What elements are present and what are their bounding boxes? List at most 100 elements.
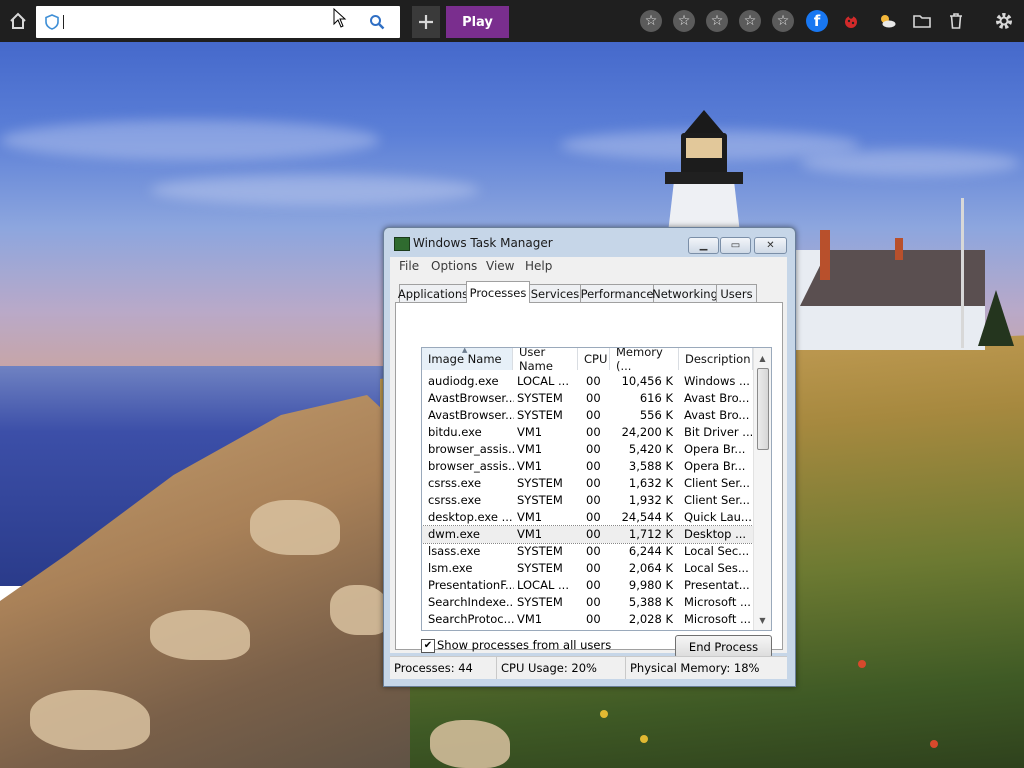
process-cpu: 00 xyxy=(586,459,601,473)
table-row[interactable]: AvastBrowser... SYSTEM 00 556 K Avast Bro... xyxy=(422,407,753,424)
table-row[interactable]: lsm.exe SYSTEM 00 2,064 K Local Ses... xyxy=(422,560,753,577)
wallpaper-rock xyxy=(150,610,250,660)
process-cpu: 00 xyxy=(586,612,601,626)
tab-users[interactable]: Users xyxy=(716,284,757,303)
process-cpu: 00 xyxy=(586,561,601,575)
search-input[interactable] xyxy=(66,11,356,33)
column-image-name[interactable]: ▲ Image Name xyxy=(422,348,513,370)
plus-icon[interactable] xyxy=(412,6,440,38)
scroll-up-arrow-icon[interactable]: ▲ xyxy=(754,350,771,366)
column-memory[interactable]: Memory (... xyxy=(610,347,679,373)
process-description: Opera Br... xyxy=(684,459,746,473)
process-cpu: 00 xyxy=(586,442,601,456)
process-memory: 5,388 K xyxy=(628,595,673,609)
process-user: VM1 xyxy=(517,510,543,524)
table-row[interactable]: browser_assis... VM1 00 3,588 K Opera Br... xyxy=(422,458,753,475)
table-row[interactable]: lsass.exe SYSTEM 00 6,244 K Local Sec... xyxy=(422,543,753,560)
play-button[interactable]: Play xyxy=(446,6,509,38)
process-description: Windows ... xyxy=(684,374,750,388)
process-description: Bit Driver ... xyxy=(684,425,752,439)
tab-services[interactable]: Services xyxy=(529,284,581,303)
table-row[interactable]: browser_assis... VM1 00 5,420 K Opera Br... xyxy=(422,441,753,458)
tab-applications[interactable]: Applications xyxy=(398,284,468,303)
task-manager-window: Windows Task Manager ▁ ▭ ✕ File Options … xyxy=(383,227,796,687)
column-description[interactable]: Description xyxy=(679,348,753,370)
window-title: Windows Task Manager xyxy=(413,236,553,250)
process-memory: 6,244 K xyxy=(628,544,673,558)
menu-options[interactable]: Options xyxy=(431,259,477,273)
table-row[interactable]: AvastBrowser... SYSTEM 00 616 K Avast Bro... xyxy=(422,390,753,407)
shield-icon xyxy=(45,14,59,33)
trash-icon[interactable] xyxy=(946,11,966,31)
table-row[interactable]: bitdu.exe VM1 00 24,200 K Bit Driver ... xyxy=(422,424,753,441)
window-client-area: Applications Processes Services Performa… xyxy=(390,275,787,658)
process-user: SYSTEM xyxy=(517,408,563,422)
minimize-button[interactable]: ▁ xyxy=(688,237,719,254)
menu-file[interactable]: File xyxy=(399,259,419,273)
process-name: csrss.exe xyxy=(428,493,482,507)
lighthouse-gallery xyxy=(665,172,743,184)
table-row[interactable]: csrss.exe SYSTEM 00 1,932 K Client Ser... xyxy=(422,492,753,509)
scroll-down-arrow-icon[interactable]: ▼ xyxy=(754,612,771,628)
column-label: Memory (... xyxy=(616,347,663,373)
maximize-button[interactable]: ▭ xyxy=(720,237,751,254)
process-name: AvastBrowser... xyxy=(428,391,514,405)
table-row[interactable]: PresentationF... LOCAL ... 00 9,980 K Presen… xyxy=(422,577,753,594)
tab-processes[interactable]: Processes xyxy=(466,281,530,303)
column-cpu[interactable]: CPU xyxy=(578,348,610,370)
status-processes: Processes: 44 xyxy=(390,657,497,679)
scrollbar-thumb[interactable] xyxy=(757,368,769,450)
table-row[interactable]: SearchProtoc... VM1 00 2,028 K Microsoft ... xyxy=(422,611,753,628)
end-process-button[interactable]: End Process xyxy=(675,635,772,658)
ladybug-icon[interactable] xyxy=(841,11,861,31)
menu-view[interactable]: View xyxy=(486,259,514,273)
wallpaper-cloud xyxy=(150,175,480,205)
process-description: Client Ser... xyxy=(684,476,750,490)
facebook-icon[interactable]: f xyxy=(806,10,828,32)
wallpaper-cloud xyxy=(800,150,1020,176)
process-description: Quick Lau... xyxy=(684,510,752,524)
process-cpu: 00 xyxy=(586,408,601,422)
table-row[interactable]: SearchIndexe... SYSTEM 00 5,388 K Microsoft … xyxy=(422,594,753,611)
wallpaper-rock xyxy=(250,500,340,555)
table-row[interactable]: desktop.exe ... VM1 00 24,544 K Quick Lau... xyxy=(422,509,753,526)
process-list[interactable]: ▲ Image Name User Name CPU Memory (... D… xyxy=(421,347,772,631)
process-name: lsm.exe xyxy=(428,561,473,575)
star-icon[interactable]: ☆ xyxy=(772,10,794,32)
wallpaper-cloud xyxy=(0,120,380,160)
process-user: SYSTEM xyxy=(517,561,563,575)
process-cpu: 00 xyxy=(586,493,601,507)
gear-icon[interactable] xyxy=(992,10,1016,32)
process-name: PresentationF... xyxy=(428,578,514,592)
search-icon[interactable] xyxy=(369,14,385,33)
lighthouse-glass xyxy=(686,138,722,158)
table-row[interactable]: csrss.exe SYSTEM 00 1,632 K Client Ser... xyxy=(422,475,753,492)
flower xyxy=(930,740,938,748)
wallpaper-rock xyxy=(30,690,150,750)
tab-networking[interactable]: Networking xyxy=(652,284,718,303)
close-button[interactable]: ✕ xyxy=(754,237,787,254)
column-user-name[interactable]: User Name xyxy=(513,348,578,373)
star-icon[interactable]: ☆ xyxy=(706,10,728,32)
show-all-users-checkbox[interactable]: ✔ xyxy=(421,639,435,653)
status-bar: Processes: 44 CPU Usage: 20% Physical Me… xyxy=(390,656,787,679)
weather-icon[interactable] xyxy=(876,11,898,31)
process-memory: 24,544 K xyxy=(621,510,673,524)
table-row[interactable]: audiodg.exe LOCAL ... 00 10,456 K Windows ..… xyxy=(422,373,753,390)
column-label: Description xyxy=(685,352,751,366)
star-icon[interactable]: ☆ xyxy=(673,10,695,32)
tab-performance[interactable]: Performance xyxy=(580,284,654,303)
home-icon[interactable] xyxy=(6,10,30,32)
process-memory: 24,200 K xyxy=(621,425,673,439)
vertical-scrollbar[interactable]: ▲ ▼ xyxy=(753,348,771,630)
folder-icon[interactable] xyxy=(911,11,933,31)
star-icon[interactable]: ☆ xyxy=(640,10,662,32)
star-icon[interactable]: ☆ xyxy=(739,10,761,32)
process-description: Desktop ... xyxy=(684,527,747,541)
process-user: VM1 xyxy=(517,425,543,439)
process-description: Presentat... xyxy=(684,578,750,592)
menu-help[interactable]: Help xyxy=(525,259,552,273)
process-description: Local Ses... xyxy=(684,561,749,575)
flower xyxy=(640,735,648,743)
table-row[interactable]: dwm.exe VM1 00 1,712 K Desktop ... xyxy=(422,525,754,544)
